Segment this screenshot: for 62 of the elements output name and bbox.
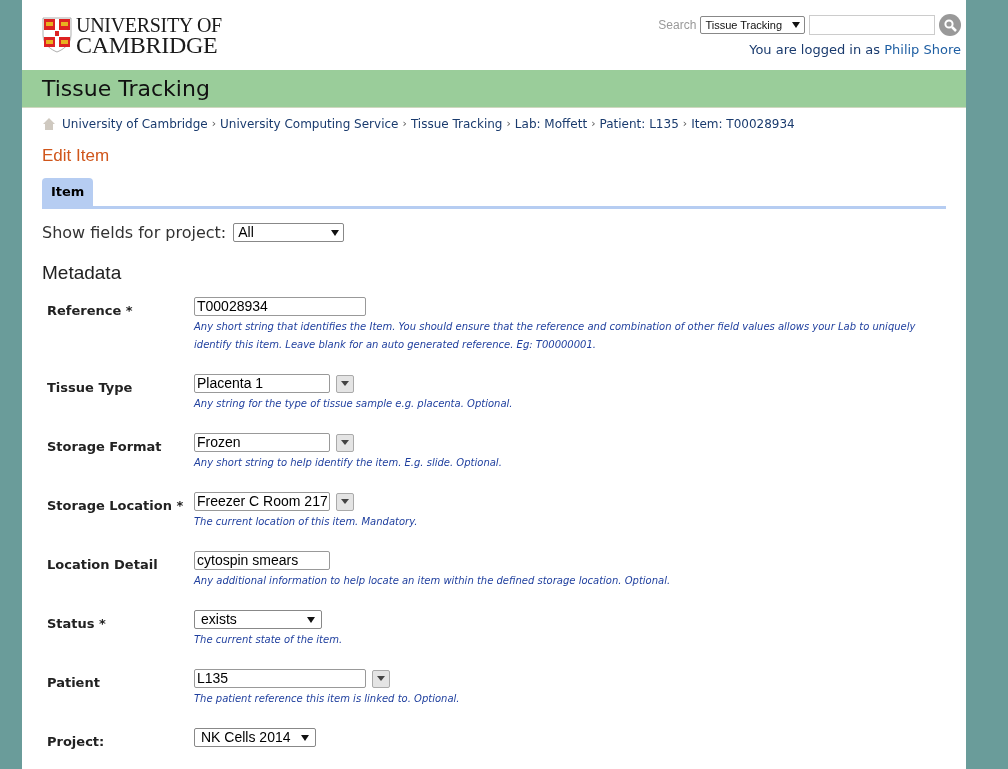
caret-icon [377,676,385,681]
caret-icon [331,229,340,236]
breadcrumb-link[interactable]: Patient: L135 [599,115,679,133]
combo-field[interactable]: Freezer C Room 217 [194,492,330,511]
select-dropdown[interactable]: NK Cells 2014 [194,728,316,747]
combo-field[interactable]: Placenta 1 [194,374,330,393]
caret-icon [341,440,349,445]
breadcrumb-separator: › [591,115,596,132]
combo-field[interactable]: L135 [194,669,366,688]
breadcrumb-link[interactable]: University of Cambridge [62,115,208,133]
section-title: Metadata [41,260,123,285]
banner-title: Tissue Tracking [42,75,210,103]
field-label: Storage Location * [47,498,184,513]
shield-logo-icon [42,17,72,53]
breadcrumb-separator: › [211,115,217,132]
search-field[interactable] [809,15,935,35]
breadcrumb-separator: › [506,115,511,132]
caret-icon [341,381,349,386]
tab[interactable]: Item [42,177,94,206]
field-label: Storage Format [47,439,162,454]
field-label: Project: [47,734,105,749]
select-dropdown[interactable]: exists [194,610,322,629]
breadcrumb-separator: › [682,115,688,132]
field-label: Reference * [47,303,133,318]
dropdown-button[interactable] [336,374,354,393]
field-hint: Any string for the type of tissue sample e.g. placenta. Optional. [194,397,513,411]
field-label: Status * [47,616,106,631]
breadcrumb-link[interactable]: Item: T00028934 [691,115,795,133]
project-filter-label: Show fields for project: [42,221,227,244]
dropdown-button[interactable] [336,433,354,452]
dropdown-button[interactable] [336,492,354,511]
field-label: Tissue Type [47,380,133,395]
search-button[interactable] [939,14,961,36]
user-link[interactable]: Philip Shore [884,42,961,57]
search-scope-dropdown[interactable]: Tissue Tracking [700,16,805,34]
search-icon [943,18,957,32]
login-text: You are logged in as [749,42,881,57]
field-hint: The patient reference this item is linked to. Optional. [194,692,460,706]
search-label: Search [658,17,697,34]
caret-icon [301,734,309,741]
breadcrumb-link[interactable]: Tissue Tracking [410,115,503,133]
breadcrumb-link[interactable]: University Computing Service [220,115,399,133]
caret-icon [792,22,800,28]
dropdown-button[interactable] [372,669,390,688]
project-filter-dropdown[interactable]: All [233,223,345,242]
breadcrumb-separator: › [402,115,407,132]
text-field[interactable]: T00028934 [194,297,366,316]
field-hint: The current state of the item. [194,633,343,647]
breadcrumb-link[interactable]: Lab: Moffett [514,115,588,133]
field-hint: The current location of this item. Mandatory. [194,515,418,529]
field-hint: Any additional information to help locate an item within the defined storage location. Optional. [194,574,671,588]
field-hint: Any short string to help identify the item. E.g. slide. Optional. [194,456,502,470]
university-wordmark: UNIVERSITY OF [76,15,222,35]
page-title: Edit Item [41,145,111,167]
field-label: Patient [47,675,100,690]
combo-field[interactable]: Frozen [194,433,330,452]
caret-icon [341,499,349,504]
field-hint: Any short string that identifies the Item. You should ensure that the reference and combination of other field values allows your Lab to uniquely identify this item. Leave blank for an auto generated reference. Eg: T00000001. [194,320,917,352]
caret-icon [307,616,315,623]
text-field[interactable]: cytospin smears [194,551,330,570]
field-label: Location Detail [47,557,158,572]
university-wordmark: CAMBRIDGE [76,35,219,55]
